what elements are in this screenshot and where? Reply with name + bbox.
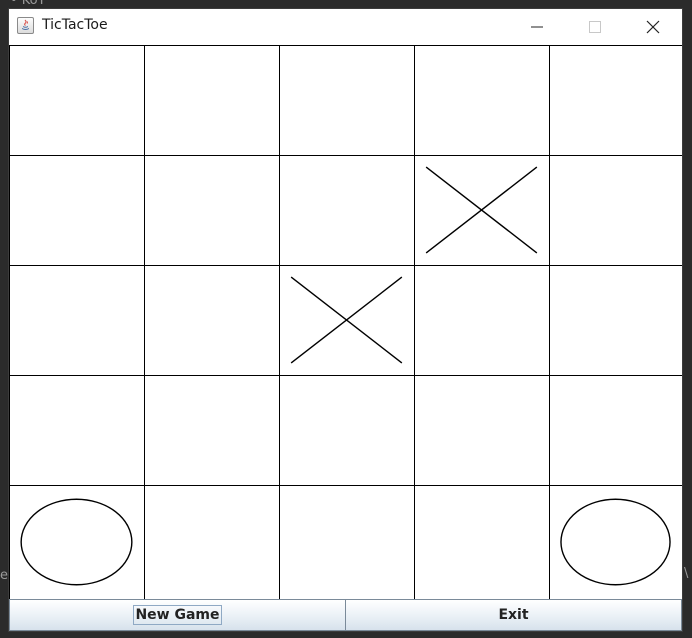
new-game-label: New Game: [133, 605, 222, 625]
close-button[interactable]: [624, 9, 682, 45]
board-cell-r5-c3[interactable]: [279, 485, 415, 600]
button-bar: New Game Exit: [9, 599, 682, 631]
board-cell-r5-c1[interactable]: [9, 485, 145, 600]
maximize-button[interactable]: [566, 9, 624, 45]
board-cell-r4-c2[interactable]: [144, 375, 280, 486]
board-cell-r1-c3[interactable]: [279, 45, 415, 156]
exit-button[interactable]: Exit: [345, 599, 682, 631]
title-bar[interactable]: TicTacToe: [9, 9, 682, 45]
board-cell-r4-c3[interactable]: [279, 375, 415, 486]
java-icon[interactable]: [17, 17, 34, 34]
board-cell-r2-c2[interactable]: [144, 155, 280, 266]
board-cell-r1-c5[interactable]: [549, 45, 683, 156]
board-cell-r4-c4[interactable]: [414, 375, 550, 486]
board-cell-r2-c5[interactable]: [549, 155, 683, 266]
board-cell-r2-c1[interactable]: [9, 155, 145, 266]
board-cell-r3-c5[interactable]: [549, 265, 683, 376]
close-icon: [646, 20, 660, 34]
board-cell-r1-c1[interactable]: [9, 45, 145, 156]
board-cell-r5-c2[interactable]: [144, 485, 280, 600]
board-cell-r3-c1[interactable]: [9, 265, 145, 376]
maximize-icon: [589, 21, 601, 33]
board-cell-r3-c2[interactable]: [144, 265, 280, 376]
background-label: • KoT: [10, 0, 46, 8]
game-window: TicTacToe New Game Exit: [8, 8, 683, 632]
board-cell-r1-c4[interactable]: [414, 45, 550, 156]
background-edge-label: e: [0, 568, 8, 583]
board-cell-r3-c3[interactable]: [279, 265, 415, 376]
board-grid: [9, 45, 682, 599]
minimize-button[interactable]: [508, 9, 566, 45]
board-cell-r4-c5[interactable]: [549, 375, 683, 486]
exit-label: Exit: [498, 607, 529, 623]
background-edge-label-right: \: [684, 566, 689, 581]
board-cell-r4-c1[interactable]: [9, 375, 145, 486]
minimize-icon: [531, 26, 543, 28]
board-cell-r2-c3[interactable]: [279, 155, 415, 266]
board-cell-r3-c4[interactable]: [414, 265, 550, 376]
board-cell-r5-c4[interactable]: [414, 485, 550, 600]
game-board: [9, 45, 682, 599]
board-cell-r1-c2[interactable]: [144, 45, 280, 156]
new-game-button[interactable]: New Game: [9, 599, 346, 631]
board-cell-r2-c4[interactable]: [414, 155, 550, 266]
window-title: TicTacToe: [42, 17, 108, 33]
board-cell-r5-c5[interactable]: [549, 485, 683, 600]
